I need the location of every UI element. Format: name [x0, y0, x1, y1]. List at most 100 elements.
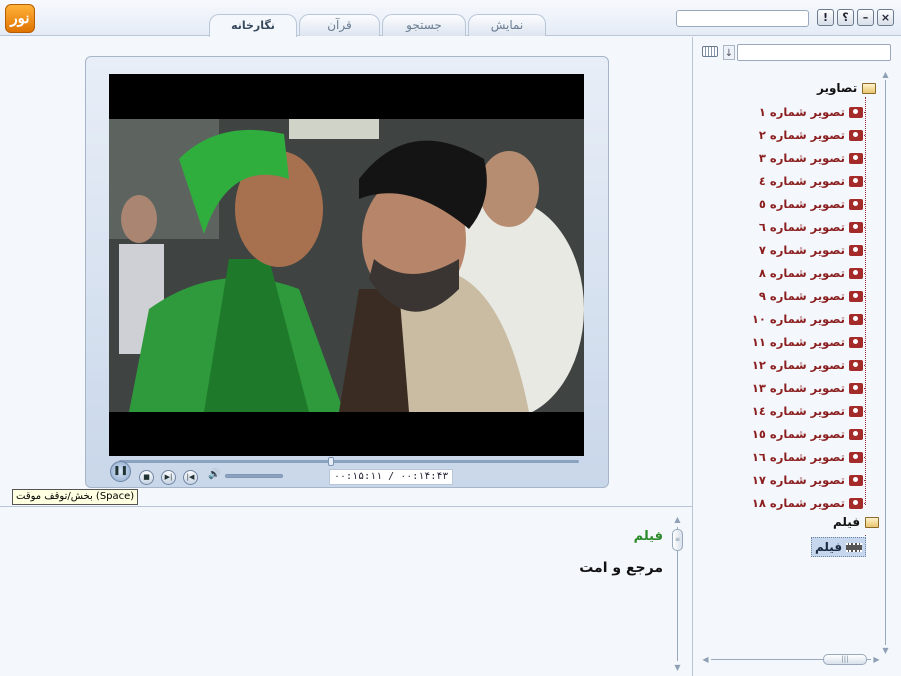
tab-search[interactable]: جستجو: [382, 14, 466, 36]
tree-vertical-scrollbar[interactable]: ▲ ▼: [881, 70, 890, 655]
tree-connector: [865, 97, 866, 505]
tree-item-label: تصویر شماره ۱۳: [751, 381, 845, 395]
tree-item-image[interactable]: تصویر شماره ۳: [759, 150, 863, 166]
tree-item-label: تصویر شماره ۱۱: [751, 335, 845, 349]
tree-connector-tick: [858, 342, 865, 343]
tree-connector-tick: [858, 480, 865, 481]
folder-images[interactable]: تصاویر: [817, 81, 877, 95]
tree-item-image[interactable]: تصویر شماره ۱۷: [752, 472, 863, 488]
tree-item-label: تصویر شماره ۹: [758, 289, 845, 303]
tree-panel: ↓ تصاویر تصویر شماره ۱ تصویر شماره ۲ تصویر…: [692, 37, 901, 676]
tree-connector-tick: [858, 296, 865, 297]
volume-level: [226, 475, 282, 477]
pause-button[interactable]: ❚❚: [110, 461, 131, 482]
search-input[interactable]: [676, 10, 809, 27]
film-icon: [846, 542, 863, 552]
tree-item-film[interactable]: فیلم: [811, 537, 867, 557]
minimize-button[interactable]: –: [857, 9, 874, 26]
info-title: فیلم: [633, 529, 663, 544]
tree-item-label: تصویر شماره ۱: [758, 105, 845, 119]
tree-item-image[interactable]: تصویر شماره ۸: [759, 265, 863, 281]
tree-item-image[interactable]: تصویر شماره ۱: [759, 104, 863, 120]
close-button[interactable]: ×: [877, 9, 894, 26]
volume-icon[interactable]: 🔊: [208, 469, 220, 480]
tree-item-film-label: فیلم: [815, 540, 843, 554]
tree-item-image[interactable]: تصویر شماره ۱۳: [752, 380, 863, 396]
tree-item-image[interactable]: تصویر شماره ٦: [759, 219, 863, 235]
tree-item-label: تصویر شماره ۸: [758, 266, 845, 280]
volume-slider[interactable]: [225, 474, 283, 478]
tree-item-label: تصویر شماره ۱۰: [751, 312, 845, 326]
scroll-left-icon[interactable]: ◀: [701, 655, 710, 664]
tree-item-label: تصویر شماره ٦: [758, 220, 845, 234]
tree-item-label: تصویر شماره ۱٤: [751, 404, 845, 418]
tree-item-image[interactable]: تصویر شماره ۷: [759, 242, 863, 258]
tree-connector-tick: [858, 319, 865, 320]
tree-connector-tick: [858, 227, 865, 228]
tab-quran[interactable]: قرآن: [299, 14, 380, 36]
seek-thumb[interactable]: [327, 457, 334, 466]
help-button[interactable]: ؟: [837, 9, 854, 26]
tree-horizontal-scrollbar[interactable]: ◀ ||| ▶: [701, 654, 881, 666]
tree-item-label: تصویر شماره ۱٦: [751, 450, 845, 464]
tree-connector-tick: [858, 250, 865, 251]
stop-button[interactable]: ■: [139, 470, 154, 485]
scroll-down-icon[interactable]: ▼: [673, 663, 682, 672]
folder-film[interactable]: فیلم: [833, 515, 880, 529]
tab-display[interactable]: نمایش: [468, 14, 546, 36]
seek-bar[interactable]: [119, 460, 579, 463]
tree-item-label: تصویر شماره ۳: [758, 151, 845, 165]
scroll-thumb[interactable]: |||: [823, 654, 867, 665]
tree-item-label: تصویر شماره ۱٥: [751, 427, 845, 441]
tree-connector-tick: [858, 411, 865, 412]
info-body: مرجع و امت: [579, 560, 663, 576]
tree-item-image[interactable]: تصویر شماره ٥: [759, 196, 863, 212]
app-window: نور نمایش جستجو قرآن نگارخانه 🔍 ! ؟ – ×: [0, 0, 901, 676]
tree-item-image[interactable]: تصویر شماره ٤: [759, 173, 863, 189]
app-logo[interactable]: نور: [5, 4, 35, 33]
tree-connector-tick: [858, 204, 865, 205]
tree-connector-tick: [858, 434, 865, 435]
tree-item-image[interactable]: تصویر شماره ۱٥: [752, 426, 863, 442]
tree-item-label: تصویر شماره ۱۷: [751, 473, 845, 487]
player-controls: ❚❚ ■ ▶| |◀ 🔊 ۰۰:۱۵:۱۱ / ۰۰:۱۴:۴۳: [109, 456, 584, 488]
folder-open-icon: [865, 516, 880, 528]
next-button[interactable]: ▶|: [161, 470, 176, 485]
tree-item-image[interactable]: تصویر شماره ۱۱: [752, 334, 863, 350]
tree-search-input[interactable]: [737, 44, 891, 61]
pause-tooltip: بخش/توقف موقت (Space): [12, 489, 139, 505]
info-panel: فیلم مرجع و امت ▲ ≡ ▼: [0, 506, 692, 676]
previous-button[interactable]: |◀: [183, 470, 198, 485]
video-screen[interactable]: [109, 74, 584, 456]
tab-gallery[interactable]: نگارخانه: [209, 14, 297, 37]
tree-connector-tick: [858, 503, 865, 504]
scroll-up-icon[interactable]: ▲: [881, 70, 890, 79]
tree-connector-tick: [858, 135, 865, 136]
info-scrollbar[interactable]: ▲ ≡ ▼: [672, 515, 683, 673]
tree-item-image[interactable]: تصویر شماره ۹: [759, 288, 863, 304]
arrow-down-icon[interactable]: ↓: [723, 45, 735, 60]
scroll-up-icon[interactable]: ▲: [673, 515, 682, 524]
tree-connector-tick: [858, 181, 865, 182]
keyboard-icon[interactable]: [702, 46, 718, 57]
tree-item-label: تصویر شماره ۲: [758, 128, 845, 142]
tree-connector-tick: [858, 388, 865, 389]
tree-item-label: تصویر شماره ۱۲: [751, 358, 845, 372]
tree-item-image[interactable]: تصویر شماره ۱٦: [752, 449, 863, 465]
scroll-thumb[interactable]: ≡: [672, 529, 683, 551]
tree-item-label: تصویر شماره ٥: [758, 197, 845, 211]
title-bar: نور نمایش جستجو قرآن نگارخانه 🔍 ! ؟ – ×: [0, 0, 901, 37]
tree-item-image[interactable]: تصویر شماره ۱۰: [752, 311, 863, 327]
scroll-track: [885, 80, 886, 645]
tree-item-image[interactable]: تصویر شماره ۲: [759, 127, 863, 143]
tree-item-label: تصویر شماره ۷: [758, 243, 845, 257]
tree-connector-tick: [858, 158, 865, 159]
scroll-down-icon[interactable]: ▼: [881, 646, 890, 655]
tree-item-image[interactable]: تصویر شماره ۱۸: [752, 495, 863, 511]
tree-item-image[interactable]: تصویر شماره ۱٤: [752, 403, 863, 419]
time-display: ۰۰:۱۵:۱۱ / ۰۰:۱۴:۴۳: [329, 469, 454, 485]
folder-film-label: فیلم: [833, 515, 861, 529]
tree-item-image[interactable]: تصویر شماره ۱۲: [752, 357, 863, 373]
info-button[interactable]: !: [817, 9, 834, 26]
scroll-right-icon[interactable]: ▶: [872, 655, 881, 664]
